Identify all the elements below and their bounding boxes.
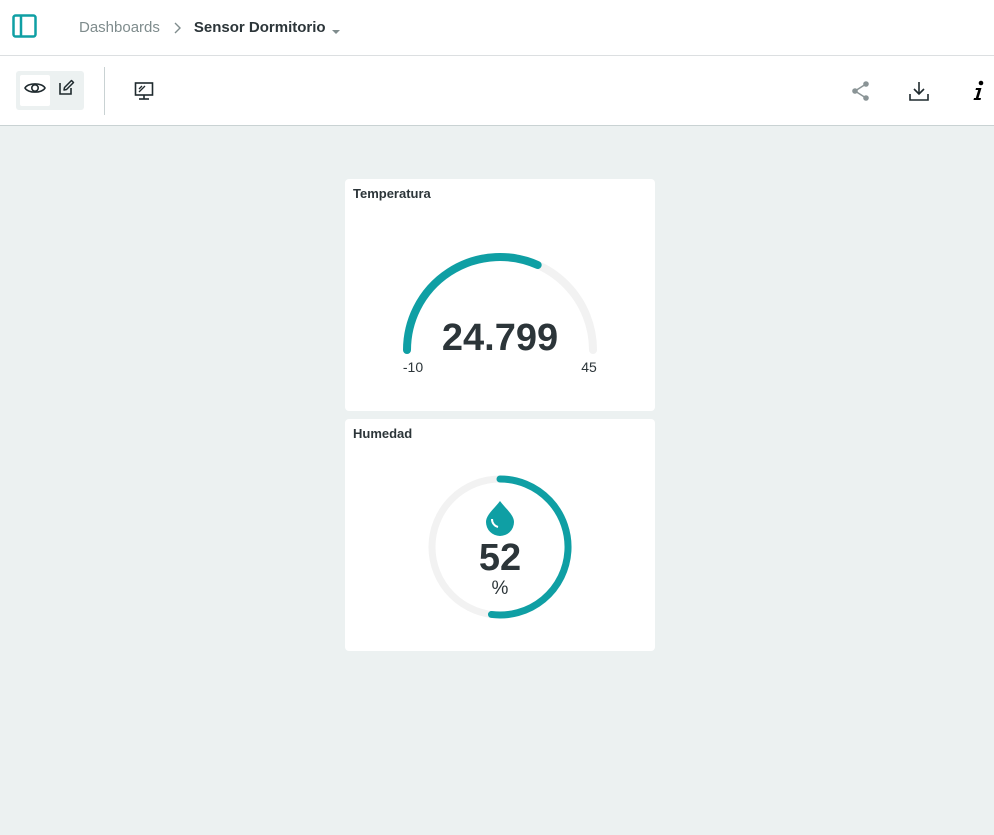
- gauge-value: 24.799: [442, 317, 558, 359]
- page-title: Sensor Dormitorio: [193, 18, 326, 36]
- humidity-widget[interactable]: Humedad 52 %: [345, 419, 655, 651]
- edit-mode-button[interactable]: [51, 75, 81, 106]
- monitor-icon[interactable]: [132, 79, 156, 103]
- chevron-right-icon: [172, 21, 182, 34]
- temperature-widget[interactable]: Temperatura 24.799 -10 45: [345, 179, 655, 411]
- gauge-value: 52: [479, 537, 521, 579]
- breadcrumb-dashboards-link[interactable]: Dashboards: [79, 19, 160, 36]
- pencil-icon: [57, 79, 75, 102]
- eye-icon: [24, 81, 46, 100]
- sidebar-toggle-icon[interactable]: [12, 14, 38, 38]
- breadcrumb: Dashboards Sensor Dormitorio: [79, 17, 340, 37]
- download-icon[interactable]: [907, 79, 931, 103]
- toolbar-divider: [104, 67, 105, 115]
- toolbar: [0, 56, 994, 126]
- view-mode-button[interactable]: [20, 75, 50, 106]
- info-icon[interactable]: [966, 79, 990, 103]
- gauge-unit: %: [492, 578, 509, 599]
- water-drop-icon: [486, 501, 514, 536]
- share-icon[interactable]: [849, 79, 873, 103]
- temperature-gauge: 24.799 -10 45: [403, 253, 597, 375]
- humidity-gauge: 52 %: [428, 475, 572, 619]
- mode-toggle: [16, 71, 84, 110]
- caret-down-icon[interactable]: [331, 23, 340, 34]
- gauge-max-label: 45: [581, 359, 597, 375]
- gauge-min-label: -10: [403, 359, 423, 375]
- top-bar: Dashboards Sensor Dormitorio: [0, 0, 994, 56]
